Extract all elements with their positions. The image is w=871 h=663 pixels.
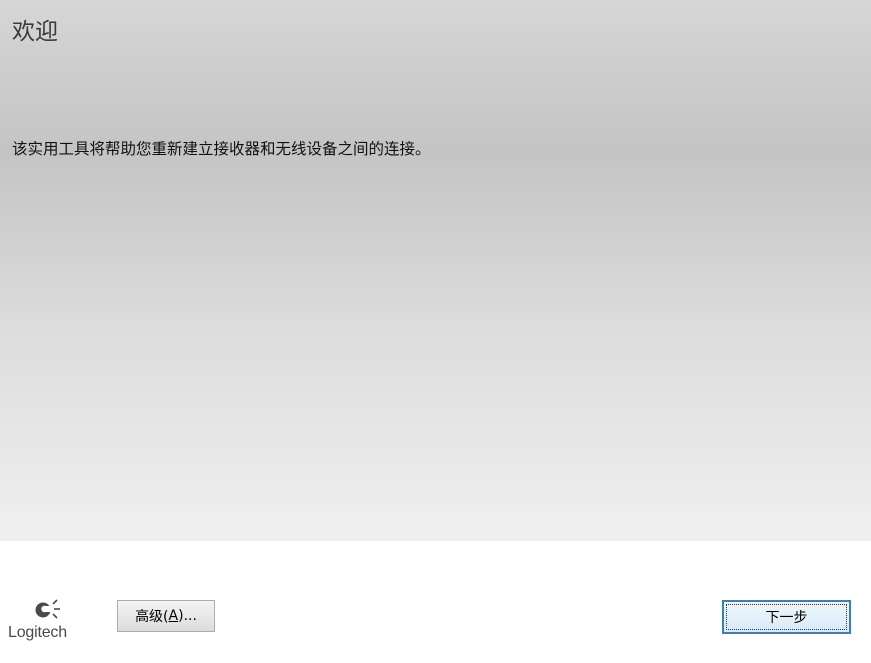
next-button-label: 下一步 [765,610,808,626]
logitech-logo-icon [35,599,60,619]
content-panel: 欢迎 该实用工具将帮助您重新建立接收器和无线设备之间的连接。 [0,0,871,541]
advanced-button-suffix: )... [178,608,197,624]
footer: Logitech 高级(A)... 下一步 [0,541,871,663]
advanced-button[interactable]: 高级(A)... [117,600,215,632]
advanced-button-accelerator: A [168,608,179,624]
logo-text: Logitech [8,624,67,641]
next-button[interactable]: 下一步 [722,600,851,634]
page-title: 欢迎 [12,19,58,45]
description-text: 该实用工具将帮助您重新建立接收器和无线设备之间的连接。 [12,140,431,158]
logitech-logo: Logitech [7,597,97,647]
advanced-button-prefix: 高级( [135,609,169,625]
